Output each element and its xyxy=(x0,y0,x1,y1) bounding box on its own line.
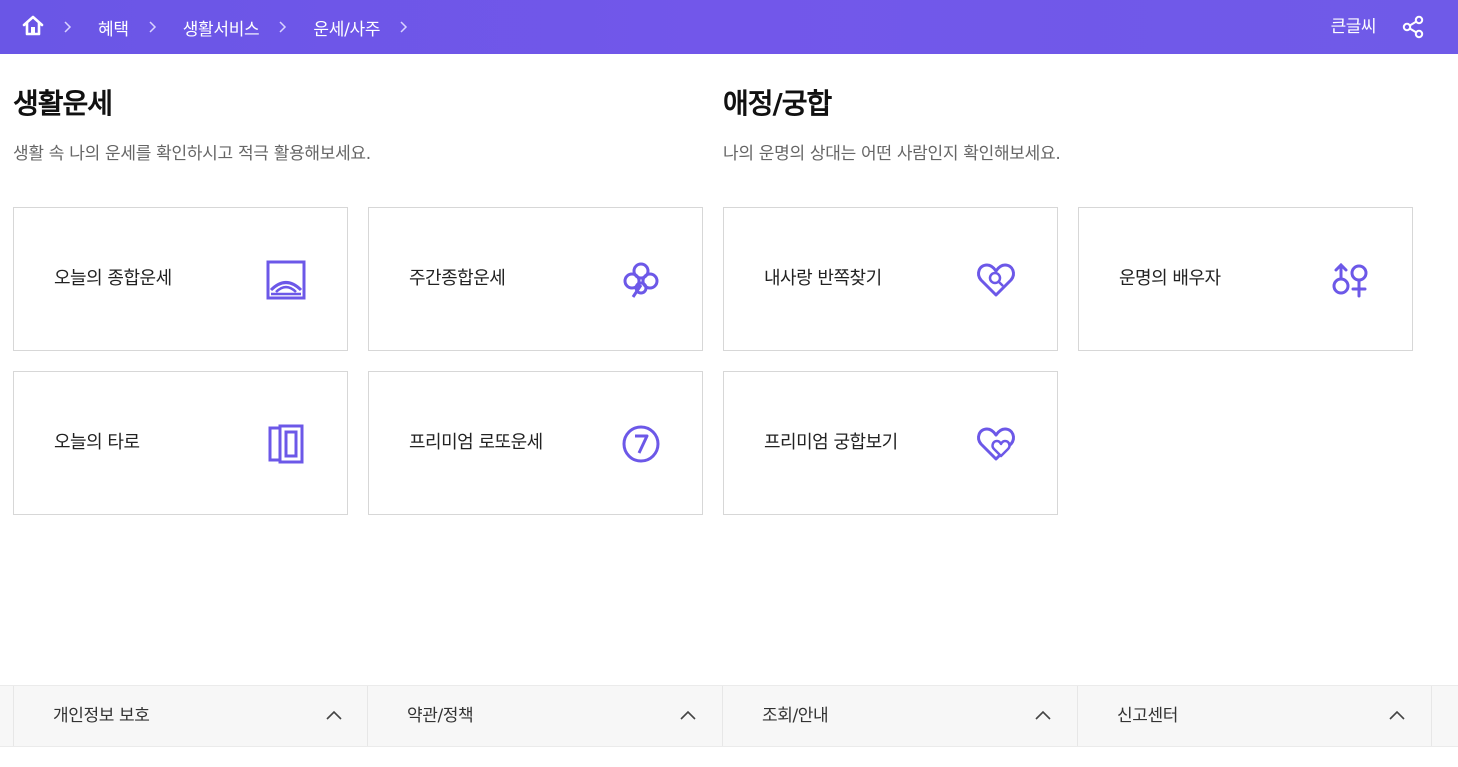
breadcrumb-label: 혜택 xyxy=(98,19,129,40)
breadcrumb-item-benefits[interactable]: 혜택 xyxy=(62,15,147,40)
section-title: 애정/궁합 xyxy=(723,87,832,120)
footer-item-label: 신고센터 xyxy=(1117,706,1178,726)
chevron-right-icon xyxy=(400,21,408,33)
card-premium-lotto[interactable]: 프리미엄 로또운세 xyxy=(368,371,703,515)
card-label: 프리미엄 로또운세 xyxy=(409,432,543,453)
section-love-compatibility: 애정/궁합 나의 운명의 상대는 어떤 사람인지 확인해보세요. xyxy=(723,86,1061,166)
card-destined-spouse[interactable]: 운명의 배우자 xyxy=(1078,207,1413,351)
footer-item-label: 약관/정책 xyxy=(407,706,474,726)
card-premium-compatibility[interactable]: 프리미엄 궁합보기 xyxy=(723,371,1058,515)
card-today-fortune[interactable]: 오늘의 종합운세 xyxy=(13,207,348,351)
chevron-up-icon xyxy=(1035,710,1051,720)
chevron-right-icon xyxy=(279,21,287,33)
card-weekly-fortune[interactable]: 주간종합운세 xyxy=(368,207,703,351)
top-navigation-bar: 혜택 생활서비스 운세/사주 큰글씨 xyxy=(0,0,1458,54)
section-life-fortune: 생활운세 생활 속 나의 운세를 확인하시고 적극 활용해보세요. xyxy=(13,86,371,166)
section-description: 생활 속 나의 운세를 확인하시고 적극 활용해보세요. xyxy=(13,144,371,164)
breadcrumb: 혜택 생활서비스 운세/사주 xyxy=(62,0,434,54)
card-label: 오늘의 타로 xyxy=(54,432,140,453)
card-label: 프리미엄 궁합보기 xyxy=(764,432,898,453)
breadcrumb-label: 운세/사주 xyxy=(313,19,381,40)
breadcrumb-label: 생활서비스 xyxy=(182,19,260,40)
footer-item-report-center[interactable]: 신고센터 xyxy=(1077,686,1432,746)
section-title: 생활운세 xyxy=(13,87,113,120)
footer-item-label: 개인정보 보호 xyxy=(53,706,150,726)
chevron-up-icon xyxy=(680,710,696,720)
footer-item-privacy[interactable]: 개인정보 보호 xyxy=(13,686,368,746)
breadcrumb-item-fortune[interactable]: 운세/사주 xyxy=(277,15,434,40)
footer-menu: 개인정보 보호 약관/정책 조회/안내 신고센터 xyxy=(0,685,1458,747)
chevron-right-icon xyxy=(149,21,156,33)
big-text-toggle[interactable]: 큰글씨 xyxy=(1331,0,1377,54)
card-label: 오늘의 종합운세 xyxy=(54,268,172,289)
heart-search-icon xyxy=(977,263,1015,297)
double-heart-icon xyxy=(977,427,1015,461)
home-icon[interactable] xyxy=(20,13,46,39)
share-icon[interactable] xyxy=(1400,14,1426,40)
chevron-right-icon xyxy=(64,21,72,33)
tarot-cards-icon xyxy=(268,424,304,464)
section-description: 나의 운명의 상대는 어떤 사람인지 확인해보세요. xyxy=(723,144,1061,164)
footer-item-label: 조회/안내 xyxy=(762,706,829,726)
footer-item-inquiry[interactable]: 조회/안내 xyxy=(722,686,1077,746)
chevron-up-icon xyxy=(326,710,342,720)
footer-item-terms[interactable]: 약관/정책 xyxy=(367,686,722,746)
chevron-up-icon xyxy=(1389,710,1405,720)
breadcrumb-item-life-services[interactable]: 생활서비스 xyxy=(147,15,278,40)
lucky-seven-icon xyxy=(622,425,660,463)
card-find-soulmate[interactable]: 내사랑 반쪽찾기 xyxy=(723,207,1058,351)
card-label: 운명의 배우자 xyxy=(1119,268,1221,289)
gender-symbols-icon xyxy=(1332,262,1368,298)
card-label: 내사랑 반쪽찾기 xyxy=(764,268,882,289)
card-today-tarot[interactable]: 오늘의 타로 xyxy=(13,371,348,515)
clover-icon xyxy=(623,262,659,298)
sunrise-frame-icon xyxy=(266,260,306,300)
card-label: 주간종합운세 xyxy=(409,268,506,289)
